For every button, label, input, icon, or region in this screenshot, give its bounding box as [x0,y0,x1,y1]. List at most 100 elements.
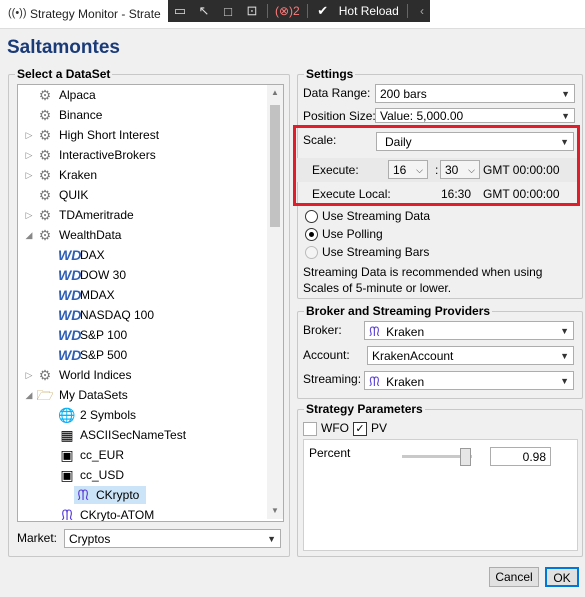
tree-item[interactable]: WD MDAX [18,286,264,304]
tree-item[interactable]: ▷ ⚙ InteractiveBrokers [18,146,264,164]
account-select[interactable]: KrakenAccount ▼ [367,346,574,365]
tree-item[interactable]: ▷ ⚙ Kraken [18,166,264,184]
account-label: Account: [303,348,350,362]
app-title: Saltamontes [7,37,120,58]
scale-value: Daily [385,135,412,149]
expand-toggle-icon[interactable]: ▷ [24,146,34,164]
streaming-data-radio[interactable] [305,210,318,223]
expand-toggle-icon[interactable]: ◢ [24,226,34,244]
percent-input[interactable]: 0.98 [490,447,551,466]
settings-group-legend: Settings [304,67,356,81]
kraken-icon: ᙏ [369,324,380,339]
wfo-label[interactable]: WFO [321,421,349,435]
tree-item[interactable]: ▣ cc_USD [18,466,264,484]
data-range-label: Data Range: [303,86,371,100]
expand-toggle-icon[interactable]: ▷ [24,166,34,184]
scroll-down-arrow-icon[interactable]: ▼ [267,503,283,519]
wfo-checkbox[interactable] [303,422,317,436]
percent-slider[interactable] [402,448,472,466]
binding-errors-badge[interactable]: (⊗)2 [271,4,304,18]
tree-item-label: DOW 30 [80,268,127,282]
tree-item[interactable]: ▷ ⚙ High Short Interest [18,126,264,144]
expand-toggle-icon[interactable]: ▷ [24,366,34,384]
tree-item-label: MDAX [80,288,115,302]
market-select[interactable]: Cryptos ▼ [64,529,281,548]
tree-item[interactable]: ▷ ⚙ World Indices [18,366,264,384]
expand-toggle-icon[interactable]: ▷ [24,126,34,144]
tree-item-label: S&P 100 [80,328,128,342]
streaming-bars-label[interactable]: Use Streaming Bars [322,245,429,259]
expand-toggle-icon[interactable]: ◢ [24,386,34,404]
execute-minute-value: 30 [445,163,459,177]
tree-item[interactable]: ⚙ Binance [18,106,264,124]
kraken-icon: ᙏ [61,507,73,522]
scroll-up-arrow-icon[interactable]: ▲ [267,85,283,101]
tree-item[interactable]: ⚙ QUIK [18,186,264,204]
streaming-data-label[interactable]: Use Streaming Data [322,209,430,223]
chevron-down-icon: ▼ [267,534,276,544]
ok-button[interactable]: OK [545,567,579,587]
track-focus-icon[interactable]: ⊡ [240,0,264,22]
tree-item[interactable]: WD DOW 30 [18,266,264,284]
broker-select[interactable]: ᙏ Kraken ▼ [364,321,574,340]
streaming-bars-radio[interactable] [305,246,318,259]
tree-item[interactable]: WD S&P 500 [18,346,264,364]
tree-item[interactable]: WD DAX [18,246,264,264]
gear-icon: ⚙ [38,207,52,223]
position-size-select[interactable]: Value: 5,000.00 ▼ [375,108,575,123]
execute-hour-select[interactable]: 16 ⌵ [388,160,428,179]
pv-label[interactable]: PV [371,421,387,435]
scrollbar-thumb[interactable] [270,105,280,227]
tree-item[interactable]: ⚙ Alpaca [18,86,264,104]
tree-item[interactable]: ▦ ASCIISecNameTest [18,426,264,444]
tree-item[interactable]: ᙏ CKryto-ATOM [18,506,264,522]
pointer-icon[interactable]: ↖ [192,0,216,22]
frame-icon[interactable]: □ [216,0,240,22]
tree-item[interactable]: 🌐 2 Symbols [18,406,264,424]
percent-spinner[interactable] [552,447,576,466]
tree-item[interactable]: WD S&P 100 [18,326,264,344]
polling-label[interactable]: Use Polling [322,227,383,241]
tree-item-label: cc_USD [80,468,125,482]
polling-radio[interactable] [305,228,318,241]
dataset-group-legend: Select a DataSet [15,67,113,81]
dataset-tree[interactable]: ▲ ▼ ⚙ Alpaca ⚙ Binance ▷ ⚙ High Short Interest… [17,84,284,522]
tree-item-label: CKryto-ATOM [80,508,155,522]
tree-item[interactable]: ▷ ⚙ TDAmeritrade [18,206,264,224]
gear-icon: ⚙ [38,367,52,383]
scale-select[interactable]: Daily ▼ [376,132,574,151]
debug-toolbar: ▭ ↖ □ ⊡ (⊗)2 ✔ Hot Reload ‹ [168,0,430,22]
gear-icon: ⚙ [38,227,52,243]
tree-item[interactable]: ◢ ⚙ WealthData [18,226,264,244]
streaming-provider-select[interactable]: ᙏ Kraken ▼ [364,371,574,390]
expand-toggle-icon[interactable]: ▷ [24,206,34,224]
cancel-button[interactable]: Cancel [489,567,539,587]
execute-local-label: Execute Local: [312,187,391,201]
check-icon: ✓ [355,423,365,435]
execute-minute-select[interactable]: 30 ⌵ [440,160,480,179]
percent-slider-thumb[interactable] [460,448,471,466]
kraken-icon: ᙏ [77,487,89,503]
cc-icon: ▣ [60,447,74,463]
tree-item-label: CKrypto [96,488,140,502]
broker-label: Broker: [303,323,342,337]
wd-icon: WD [58,247,82,263]
hot-reload-label[interactable]: Hot Reload [339,4,399,18]
pv-checkbox[interactable]: ✓ [353,422,367,436]
select-element-icon[interactable]: ▭ [168,0,192,22]
tree-item[interactable]: ◢ 🗁 My DataSets [18,386,264,404]
tree-item-label: My DataSets [59,388,128,402]
tree-item-label: Binance [59,108,103,122]
tree-scrollbar[interactable]: ▲ ▼ [267,85,283,519]
gear-icon: ⚙ [38,147,52,163]
tree-item[interactable]: WD NASDAQ 100 [18,306,264,324]
data-range-select[interactable]: 200 bars ▼ [375,84,575,103]
tree-item[interactable]: ᙏ CKrypto [74,486,146,504]
streaming-provider-value: Kraken [386,375,425,389]
account-value: KrakenAccount [372,349,454,363]
streaming-note: Streaming Data is recommended when using… [303,265,543,295]
streaming-provider-label: Streaming: [303,372,362,386]
tree-item[interactable]: ▣ cc_EUR [18,446,264,464]
scale-label: Scale: [303,133,337,147]
collapse-chevron-icon[interactable]: ‹ [420,4,424,18]
